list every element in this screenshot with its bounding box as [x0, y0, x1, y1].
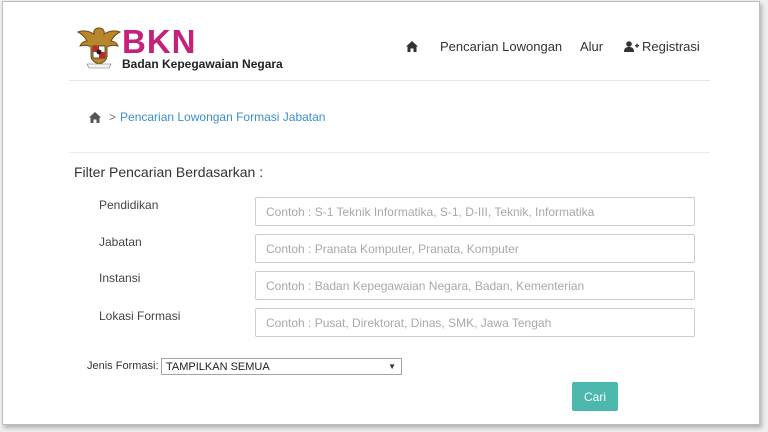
garuda-logo-icon	[76, 27, 122, 69]
instansi-input[interactable]	[255, 271, 695, 300]
jenis-formasi-selected: TAMPILKAN SEMUA	[166, 360, 270, 373]
home-icon[interactable]	[89, 111, 101, 123]
breadcrumb-separator: >	[109, 110, 117, 124]
jenis-formasi-select[interactable]: TAMPILKAN SEMUA ▼	[161, 358, 402, 375]
jabatan-label: Jabatan	[99, 235, 142, 249]
filter-title: Filter Pencarian Berdasarkan :	[74, 164, 264, 180]
header-divider	[69, 80, 710, 81]
lokasi-formasi-input[interactable]	[255, 308, 695, 337]
jenis-formasi-label: Jenis Formasi:	[87, 360, 159, 372]
pendidikan-input[interactable]	[255, 197, 695, 226]
user-plus-icon	[624, 41, 639, 52]
lokasi-formasi-label: Lokasi Formasi	[99, 309, 181, 323]
nav-link-alur[interactable]: Alur	[580, 39, 603, 54]
instansi-label: Instansi	[99, 271, 141, 285]
nav-registrasi-label: Registrasi	[642, 39, 700, 54]
home-icon[interactable]	[406, 41, 418, 52]
cari-button[interactable]: Cari	[572, 382, 618, 411]
jabatan-input[interactable]	[255, 234, 695, 263]
breadcrumb-current[interactable]: Pencarian Lowongan Formasi Jabatan	[120, 110, 325, 124]
nav-link-registrasi[interactable]: Registrasi	[624, 39, 700, 54]
brand-name: BKN	[122, 23, 197, 60]
caret-down-icon: ▼	[388, 362, 396, 371]
breadcrumb: > Pencarian Lowongan Formasi Jabatan	[89, 110, 325, 124]
page-frame: BKN Badan Kepegawaian Negara Pencarian L…	[2, 1, 760, 425]
nav-link-pencarian-lowongan[interactable]: Pencarian Lowongan	[440, 39, 562, 54]
brand-subtitle: Badan Kepegawaian Negara	[122, 57, 283, 71]
pendidikan-label: Pendidikan	[99, 198, 159, 212]
section-divider	[69, 152, 710, 153]
